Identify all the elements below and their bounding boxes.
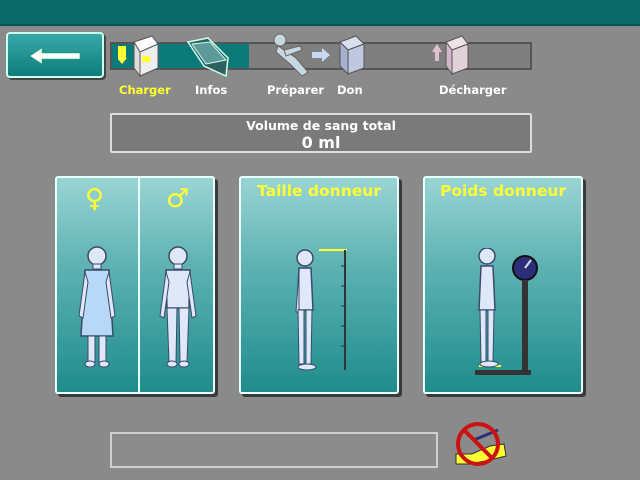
- donation-icon[interactable]: [336, 34, 370, 78]
- height-card[interactable]: Taille donneur: [239, 176, 399, 394]
- male-figure-icon: [159, 246, 197, 368]
- female-button[interactable]: ♀: [57, 178, 138, 392]
- prepare-donor-icon[interactable]: [270, 32, 314, 78]
- step-label-infos[interactable]: Infos: [195, 83, 227, 97]
- step-label-decharger[interactable]: Décharger: [439, 83, 506, 97]
- blood-volume-display: Volume de sang total 0 ml: [110, 113, 532, 153]
- step-label-charger[interactable]: Charger: [119, 83, 171, 97]
- male-button[interactable]: ♂: [140, 178, 215, 392]
- back-button[interactable]: [6, 32, 104, 78]
- weight-scale-icon: [475, 248, 538, 375]
- gender-card: ♀ ♂: [55, 176, 215, 394]
- weight-card-title: Poids donneur: [439, 182, 567, 200]
- male-symbol-icon: ♂: [166, 184, 190, 214]
- return-arrow-icon: [29, 47, 81, 65]
- weight-card[interactable]: Poids donneur: [423, 176, 583, 394]
- no-arm-access-icon: [455, 422, 507, 466]
- top-bar: [0, 0, 640, 26]
- step-label-preparer[interactable]: Préparer: [267, 83, 324, 97]
- blood-volume-title: Volume de sang total: [246, 118, 396, 133]
- unload-kit-icon[interactable]: [430, 34, 474, 78]
- load-kit-icon[interactable]: [118, 34, 164, 78]
- info-folder-icon[interactable]: [186, 36, 232, 78]
- arrow-right-icon: [312, 48, 330, 62]
- female-symbol-icon: ♀: [85, 184, 105, 214]
- step-label-don[interactable]: Don: [337, 83, 363, 97]
- blood-volume-value: 0 ml: [301, 133, 341, 152]
- height-card-title: Taille donneur: [257, 182, 381, 200]
- status-message-box: [110, 432, 438, 468]
- height-measure-icon: [295, 249, 347, 371]
- female-figure-icon: [78, 246, 116, 368]
